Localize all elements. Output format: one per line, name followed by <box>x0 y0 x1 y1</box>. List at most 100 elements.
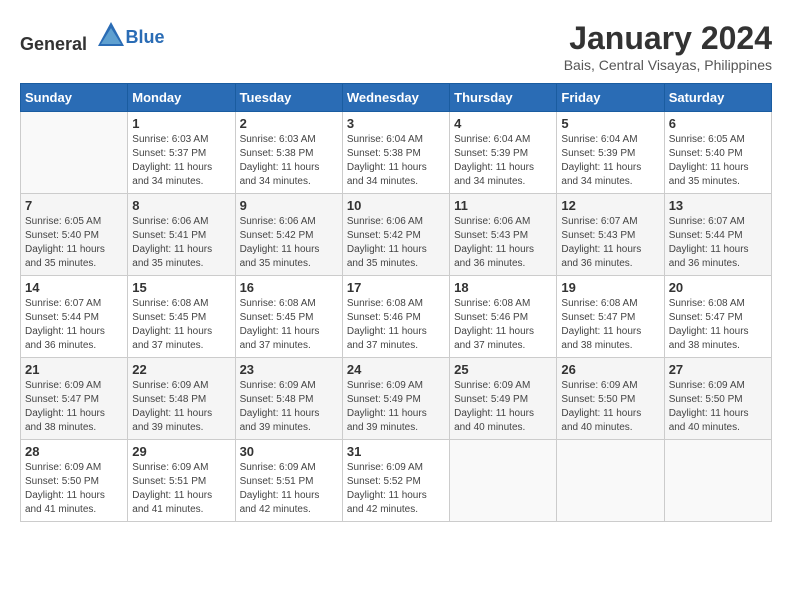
calendar-cell <box>450 440 557 522</box>
sunset-text: Sunset: 5:43 PM <box>454 229 552 243</box>
day-number: 22 <box>132 362 230 377</box>
sunrise-text: Sunrise: 6:09 AM <box>240 379 338 393</box>
daylight-text: Daylight: 11 hours and 36 minutes. <box>25 325 123 353</box>
day-number: 17 <box>347 280 445 295</box>
daylight-text: Daylight: 11 hours and 35 minutes. <box>240 243 338 271</box>
calendar-cell: 9 Sunrise: 6:06 AM Sunset: 5:42 PM Dayli… <box>235 194 342 276</box>
day-number: 31 <box>347 444 445 459</box>
daylight-text: Daylight: 11 hours and 36 minutes. <box>454 243 552 271</box>
day-info: Sunrise: 6:03 AM Sunset: 5:37 PM Dayligh… <box>132 133 230 189</box>
sunset-text: Sunset: 5:52 PM <box>347 475 445 489</box>
calendar-cell: 30 Sunrise: 6:09 AM Sunset: 5:51 PM Dayl… <box>235 440 342 522</box>
sunrise-text: Sunrise: 6:06 AM <box>240 215 338 229</box>
calendar-cell: 8 Sunrise: 6:06 AM Sunset: 5:41 PM Dayli… <box>128 194 235 276</box>
day-info: Sunrise: 6:09 AM Sunset: 5:48 PM Dayligh… <box>240 379 338 435</box>
day-info: Sunrise: 6:05 AM Sunset: 5:40 PM Dayligh… <box>25 215 123 271</box>
calendar-cell: 21 Sunrise: 6:09 AM Sunset: 5:47 PM Dayl… <box>21 358 128 440</box>
daylight-text: Daylight: 11 hours and 39 minutes. <box>240 407 338 435</box>
sunset-text: Sunset: 5:49 PM <box>347 393 445 407</box>
sunset-text: Sunset: 5:50 PM <box>561 393 659 407</box>
sunrise-text: Sunrise: 6:09 AM <box>132 379 230 393</box>
sunset-text: Sunset: 5:38 PM <box>240 147 338 161</box>
calendar-cell: 1 Sunrise: 6:03 AM Sunset: 5:37 PM Dayli… <box>128 112 235 194</box>
calendar-cell: 23 Sunrise: 6:09 AM Sunset: 5:48 PM Dayl… <box>235 358 342 440</box>
day-number: 19 <box>561 280 659 295</box>
daylight-text: Daylight: 11 hours and 36 minutes. <box>669 243 767 271</box>
day-info: Sunrise: 6:09 AM Sunset: 5:50 PM Dayligh… <box>561 379 659 435</box>
day-info: Sunrise: 6:08 AM Sunset: 5:46 PM Dayligh… <box>347 297 445 353</box>
day-number: 21 <box>25 362 123 377</box>
calendar-cell: 27 Sunrise: 6:09 AM Sunset: 5:50 PM Dayl… <box>664 358 771 440</box>
sunset-text: Sunset: 5:48 PM <box>240 393 338 407</box>
calendar-cell: 24 Sunrise: 6:09 AM Sunset: 5:49 PM Dayl… <box>342 358 449 440</box>
sunset-text: Sunset: 5:50 PM <box>669 393 767 407</box>
day-info: Sunrise: 6:08 AM Sunset: 5:47 PM Dayligh… <box>669 297 767 353</box>
day-info: Sunrise: 6:06 AM Sunset: 5:42 PM Dayligh… <box>240 215 338 271</box>
day-number: 24 <box>347 362 445 377</box>
calendar-cell: 17 Sunrise: 6:08 AM Sunset: 5:46 PM Dayl… <box>342 276 449 358</box>
calendar-cell: 19 Sunrise: 6:08 AM Sunset: 5:47 PM Dayl… <box>557 276 664 358</box>
calendar-cell <box>557 440 664 522</box>
daylight-text: Daylight: 11 hours and 42 minutes. <box>240 489 338 517</box>
calendar-subtitle: Bais, Central Visayas, Philippines <box>564 57 772 73</box>
calendar-cell: 5 Sunrise: 6:04 AM Sunset: 5:39 PM Dayli… <box>557 112 664 194</box>
daylight-text: Daylight: 11 hours and 34 minutes. <box>561 161 659 189</box>
day-number: 26 <box>561 362 659 377</box>
day-info: Sunrise: 6:09 AM Sunset: 5:50 PM Dayligh… <box>25 461 123 517</box>
sunset-text: Sunset: 5:39 PM <box>561 147 659 161</box>
sunrise-text: Sunrise: 6:08 AM <box>454 297 552 311</box>
day-number: 3 <box>347 116 445 131</box>
sunset-text: Sunset: 5:39 PM <box>454 147 552 161</box>
sunrise-text: Sunrise: 6:08 AM <box>669 297 767 311</box>
sunrise-text: Sunrise: 6:08 AM <box>347 297 445 311</box>
header-row: SundayMondayTuesdayWednesdayThursdayFrid… <box>21 84 772 112</box>
week-row-3: 14 Sunrise: 6:07 AM Sunset: 5:44 PM Dayl… <box>21 276 772 358</box>
logo-icon <box>96 20 126 50</box>
logo-text-general: General <box>20 34 87 54</box>
day-number: 11 <box>454 198 552 213</box>
day-info: Sunrise: 6:05 AM Sunset: 5:40 PM Dayligh… <box>669 133 767 189</box>
calendar-cell: 6 Sunrise: 6:05 AM Sunset: 5:40 PM Dayli… <box>664 112 771 194</box>
sunset-text: Sunset: 5:40 PM <box>25 229 123 243</box>
day-number: 2 <box>240 116 338 131</box>
daylight-text: Daylight: 11 hours and 37 minutes. <box>454 325 552 353</box>
day-info: Sunrise: 6:09 AM Sunset: 5:48 PM Dayligh… <box>132 379 230 435</box>
sunrise-text: Sunrise: 6:09 AM <box>347 461 445 475</box>
daylight-text: Daylight: 11 hours and 35 minutes. <box>347 243 445 271</box>
sunset-text: Sunset: 5:38 PM <box>347 147 445 161</box>
calendar-cell: 7 Sunrise: 6:05 AM Sunset: 5:40 PM Dayli… <box>21 194 128 276</box>
sunrise-text: Sunrise: 6:09 AM <box>669 379 767 393</box>
sunrise-text: Sunrise: 6:06 AM <box>347 215 445 229</box>
sunset-text: Sunset: 5:44 PM <box>669 229 767 243</box>
sunrise-text: Sunrise: 6:04 AM <box>561 133 659 147</box>
sunset-text: Sunset: 5:37 PM <box>132 147 230 161</box>
sunset-text: Sunset: 5:50 PM <box>25 475 123 489</box>
header-cell-tuesday: Tuesday <box>235 84 342 112</box>
sunset-text: Sunset: 5:47 PM <box>561 311 659 325</box>
calendar-title: January 2024 <box>564 20 772 57</box>
day-info: Sunrise: 6:03 AM Sunset: 5:38 PM Dayligh… <box>240 133 338 189</box>
daylight-text: Daylight: 11 hours and 37 minutes. <box>132 325 230 353</box>
header-cell-friday: Friday <box>557 84 664 112</box>
day-number: 15 <box>132 280 230 295</box>
day-number: 18 <box>454 280 552 295</box>
daylight-text: Daylight: 11 hours and 37 minutes. <box>347 325 445 353</box>
sunrise-text: Sunrise: 6:09 AM <box>347 379 445 393</box>
calendar-cell: 18 Sunrise: 6:08 AM Sunset: 5:46 PM Dayl… <box>450 276 557 358</box>
sunset-text: Sunset: 5:49 PM <box>454 393 552 407</box>
calendar-cell: 22 Sunrise: 6:09 AM Sunset: 5:48 PM Dayl… <box>128 358 235 440</box>
header-cell-sunday: Sunday <box>21 84 128 112</box>
sunrise-text: Sunrise: 6:09 AM <box>240 461 338 475</box>
day-info: Sunrise: 6:09 AM Sunset: 5:51 PM Dayligh… <box>240 461 338 517</box>
sunset-text: Sunset: 5:51 PM <box>132 475 230 489</box>
header-cell-thursday: Thursday <box>450 84 557 112</box>
sunset-text: Sunset: 5:47 PM <box>669 311 767 325</box>
daylight-text: Daylight: 11 hours and 34 minutes. <box>347 161 445 189</box>
sunset-text: Sunset: 5:47 PM <box>25 393 123 407</box>
day-number: 1 <box>132 116 230 131</box>
sunrise-text: Sunrise: 6:09 AM <box>454 379 552 393</box>
daylight-text: Daylight: 11 hours and 42 minutes. <box>347 489 445 517</box>
daylight-text: Daylight: 11 hours and 37 minutes. <box>240 325 338 353</box>
sunset-text: Sunset: 5:48 PM <box>132 393 230 407</box>
day-info: Sunrise: 6:08 AM Sunset: 5:45 PM Dayligh… <box>240 297 338 353</box>
